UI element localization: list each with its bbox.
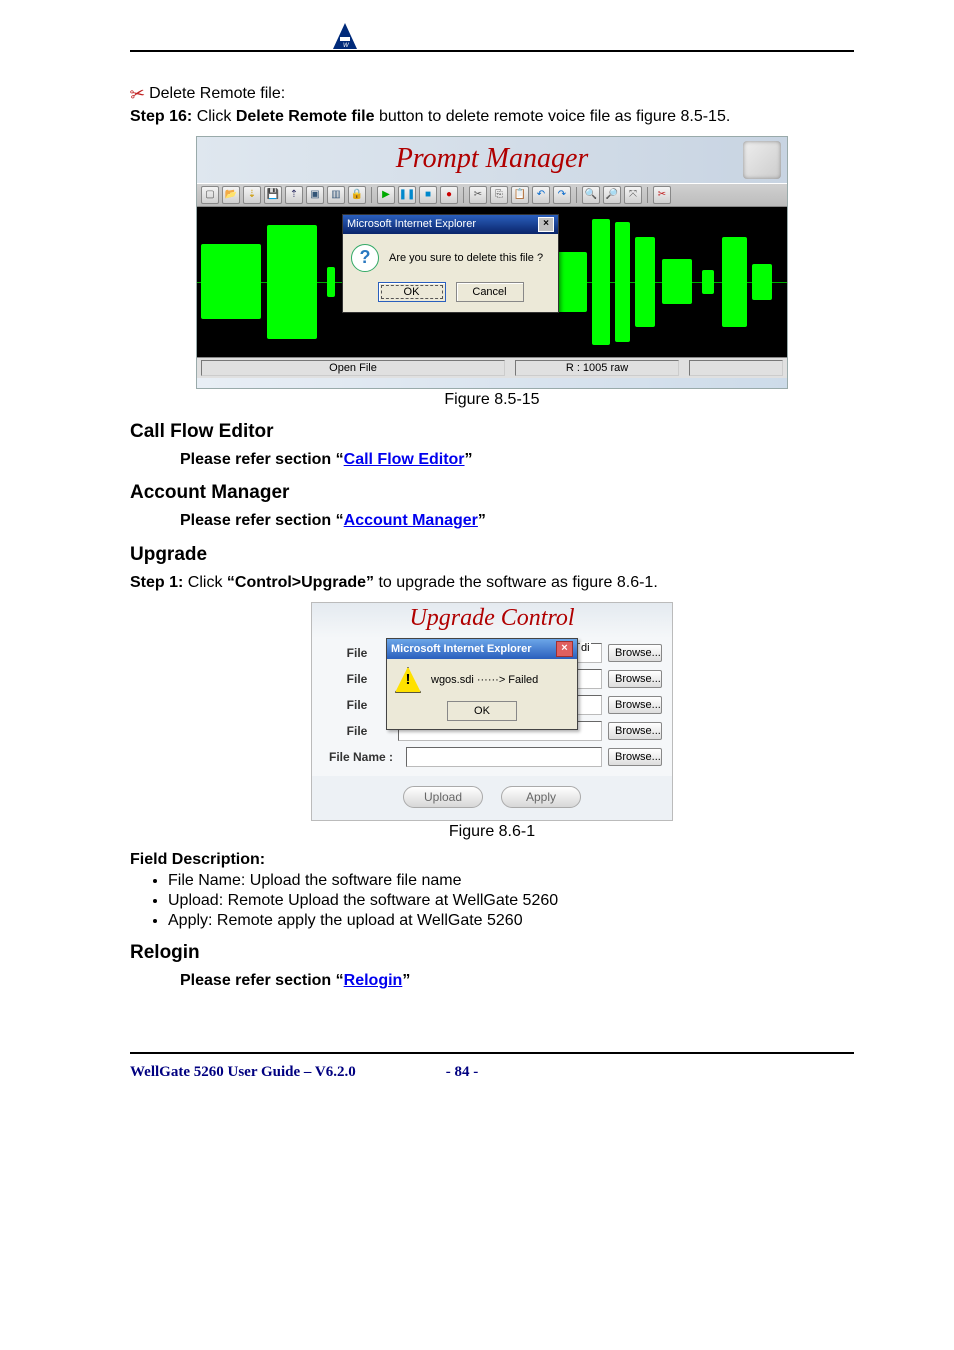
tb-zoomin-icon[interactable]: 🔍 xyxy=(582,186,600,204)
tb-save-icon[interactable]: 💾 xyxy=(264,186,282,204)
figure-8-6-1: Upgrade Control File Browse... File Brow… xyxy=(130,602,854,841)
status-empty xyxy=(689,360,783,376)
up-dialog-message: wgos.sdi ······> Failed xyxy=(431,674,538,686)
upload-button[interactable]: Upload xyxy=(403,786,483,808)
tb-play-icon[interactable]: ▶ xyxy=(377,186,395,204)
tb-saveas-icon[interactable]: ⇡ xyxy=(285,186,303,204)
warning-icon: ! xyxy=(395,667,421,693)
step16-label: Step 16: xyxy=(130,108,192,125)
status-bar: Open File R : 1005 raw xyxy=(197,357,787,378)
file-label-3: File xyxy=(322,724,392,738)
am-text-a: Please refer section “ xyxy=(180,512,344,529)
tb-download-icon[interactable]: ⇣ xyxy=(243,186,261,204)
browse-button-3[interactable]: Browse... xyxy=(608,722,662,740)
heading-call-flow-editor: Call Flow Editor xyxy=(130,421,854,443)
welltech-logo-icon: W xyxy=(325,17,365,57)
file-label-1: File xyxy=(322,672,392,686)
confirm-delete-dialog: Microsoft Internet Explorer × ? Are you … xyxy=(342,214,559,313)
field-desc-item-2: Apply: Remote apply the upload at WellGa… xyxy=(168,912,854,930)
heading-upgrade: Upgrade xyxy=(130,544,854,566)
tb-paste-icon[interactable]: 📋 xyxy=(511,186,529,204)
am-text-b: ” xyxy=(478,512,486,529)
tb-stop-icon[interactable]: ■ xyxy=(419,186,437,204)
dialog-message: Are you sure to delete this file ? xyxy=(389,252,543,264)
step16-text-a: Click xyxy=(192,108,236,125)
dialog-title: Microsoft Internet Explorer xyxy=(347,218,476,230)
cfe-text-b: ” xyxy=(465,451,473,468)
ok-button[interactable]: OK xyxy=(378,282,446,302)
file-label-2: File xyxy=(322,698,392,712)
question-icon: ? xyxy=(351,244,379,272)
field-desc-item-0: File Name: Upload the software file name xyxy=(168,872,854,890)
link-call-flow-editor[interactable]: Call Flow Editor xyxy=(344,451,465,468)
browse-button-0[interactable]: Browse... xyxy=(608,644,662,662)
figure-8-5-15: Prompt Manager ▢ 📂 ⇣ 💾 ⇡ ▣ ▥ 🔒 ▶ ❚❚ ■ ● … xyxy=(130,136,854,409)
tb-zoomout-icon[interactable]: 🔎 xyxy=(603,186,621,204)
link-relogin[interactable]: Relogin xyxy=(344,972,403,989)
tb-redo-icon[interactable]: ↷ xyxy=(553,186,571,204)
tb-copywin-icon[interactable]: ▣ xyxy=(306,186,324,204)
prompt-manager-toolbar: ▢ 📂 ⇣ 💾 ⇡ ▣ ▥ 🔒 ▶ ❚❚ ■ ● ✂ ⎘ 📋 ↶ ↷ xyxy=(197,183,787,207)
step1-text-b: to upgrade the software as figure 8.6-1. xyxy=(374,574,658,591)
link-account-manager[interactable]: Account Manager xyxy=(344,512,478,529)
delete-remote-heading: Delete Remote file: xyxy=(149,83,285,105)
step16-action: Delete Remote file xyxy=(236,108,375,125)
file-name-input[interactable] xyxy=(406,747,602,767)
figure-8-6-1-caption: Figure 8.6-1 xyxy=(130,823,854,841)
tb-cut-icon[interactable]: ✂ xyxy=(469,186,487,204)
step16-text-b: button to delete remote voice file as fi… xyxy=(375,108,731,125)
figure-8-5-15-caption: Figure 8.5-15 xyxy=(130,391,854,409)
tb-new-icon[interactable]: ▢ xyxy=(201,186,219,204)
tb-lock-icon[interactable]: 🔒 xyxy=(348,186,366,204)
prompt-manager-title: Prompt Manager xyxy=(396,143,589,174)
tb-delete-remote-icon[interactable]: ✂ xyxy=(653,186,671,204)
tb-pause-icon[interactable]: ❚❚ xyxy=(398,186,416,204)
step1-text-a: Click xyxy=(183,574,227,591)
relogin-text-a: Please refer section “ xyxy=(180,972,344,989)
heading-account-manager: Account Manager xyxy=(130,482,854,504)
decorative-corner xyxy=(743,141,781,179)
browse-button-4[interactable]: Browse... xyxy=(608,748,662,766)
footer-left: WellGate 5260 User Guide – V6.2.0 xyxy=(130,1064,356,1081)
file-name-label: File Name : xyxy=(322,750,400,764)
tb-record-icon[interactable]: ● xyxy=(440,186,458,204)
tb-copysel-icon[interactable]: ▥ xyxy=(327,186,345,204)
tb-undo-icon[interactable]: ↶ xyxy=(532,186,550,204)
heading-relogin: Relogin xyxy=(130,942,854,964)
waveform-area: Microsoft Internet Explorer × ? Are you … xyxy=(197,207,787,357)
tb-zoomfit-icon[interactable]: ⤧ xyxy=(624,186,642,204)
cancel-button[interactable]: Cancel xyxy=(456,282,524,302)
input-trailing-text: di xyxy=(580,642,591,654)
upgrade-failed-dialog: Microsoft Internet Explorer × ! wgos.sdi… xyxy=(386,638,578,730)
file-label-0: File xyxy=(322,646,392,660)
field-description-heading: Field Description: xyxy=(130,849,854,871)
cfe-text-a: Please refer section “ xyxy=(180,451,344,468)
ok-button[interactable]: OK xyxy=(447,701,517,721)
step1-action: “Control>Upgrade” xyxy=(227,574,374,591)
status-left: Open File xyxy=(201,360,505,376)
upgrade-control-title: Upgrade Control xyxy=(312,603,672,638)
relogin-text-b: ” xyxy=(402,972,410,989)
browse-button-1[interactable]: Browse... xyxy=(608,670,662,688)
up-dialog-title: Microsoft Internet Explorer xyxy=(391,643,532,655)
apply-button[interactable]: Apply xyxy=(501,786,581,808)
close-icon[interactable]: × xyxy=(538,217,554,232)
footer-page: - 84 - xyxy=(446,1064,479,1081)
field-desc-item-1: Upload: Remote Upload the software at We… xyxy=(168,892,854,910)
tb-open-icon[interactable]: 📂 xyxy=(222,186,240,204)
status-right: R : 1005 raw xyxy=(515,360,679,376)
browse-button-2[interactable]: Browse... xyxy=(608,696,662,714)
close-icon[interactable]: × xyxy=(556,641,573,657)
tb-copy-icon[interactable]: ⎘ xyxy=(490,186,508,204)
scissors-icon: ✂ xyxy=(128,81,147,108)
step1-label: Step 1: xyxy=(130,574,183,591)
